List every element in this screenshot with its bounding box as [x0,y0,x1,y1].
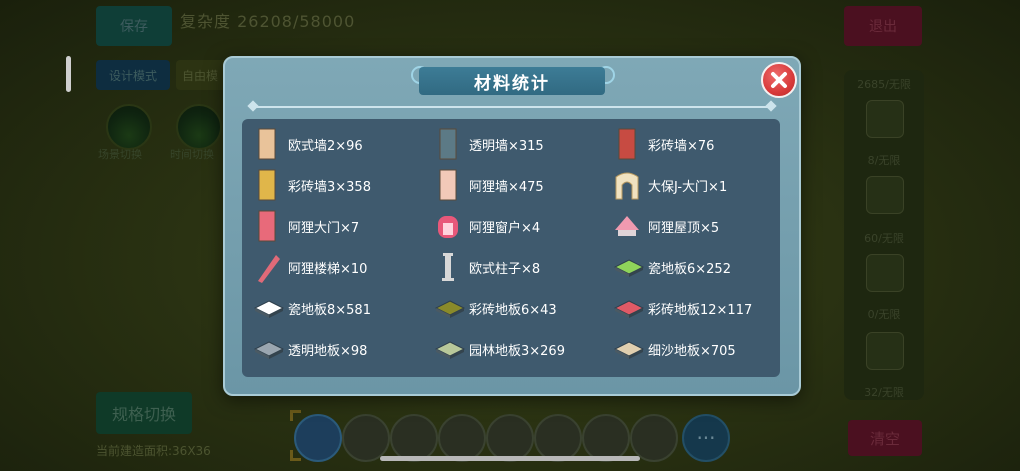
material-label: 透明地板×98 [288,343,368,359]
material-list-item: 瓷地板6×252 [613,249,731,285]
material-label: 阿狸墙×475 [469,179,544,195]
design-mode-button[interactable]: 设计模式 [96,60,170,90]
material-list-item: 阿狸屋顶×5 [614,208,719,244]
scene-switch-button[interactable] [106,104,152,150]
slot-count: 0/无限 [867,308,901,321]
material-list-item: 阿狸楼梯×10 [254,249,367,285]
tool-door-button[interactable] [582,414,630,462]
arch-gate-icon [614,169,640,201]
material-list: 欧式墙2×96 透明墙×315 彩砖墙×76 彩砖墙3×358 阿狸墙×475 大保J-大… [242,119,780,377]
clear-button[interactable]: 清空 [848,420,922,456]
tool-wall-button[interactable] [342,414,390,462]
divider-ornament [765,100,777,112]
slot-count: 32/无限 [864,386,904,399]
slot-icon[interactable] [866,254,904,292]
material-list-item: 欧式墙2×96 [254,126,363,162]
material-list-item: 彩砖墙×76 [614,126,714,162]
material-label: 欧式柱子×8 [469,261,541,277]
glass-wall-icon [435,128,461,160]
tile-red-icon [613,292,645,324]
material-label: 彩砖地板6×43 [469,302,557,318]
tool-panel-button[interactable] [486,414,534,462]
time-switch-label: 时间切换 [170,148,214,161]
slot-icon[interactable] [866,176,904,214]
spec-switch-button[interactable]: 规格切换 [96,392,192,434]
close-icon [771,72,787,88]
material-list-item: 阿狸大门×7 [254,208,359,244]
slot-count: 60/无限 [864,232,904,245]
material-list-item: 欧式柱子×8 [435,249,540,285]
material-list-item: 阿狸墙×475 [435,167,544,203]
material-label: 阿狸大门×7 [288,220,360,236]
material-list-item: 阿狸窗户×4 [435,208,540,244]
material-label: 透明墙×315 [469,138,544,154]
close-button[interactable] [761,62,797,98]
ali-door-icon [254,210,280,242]
tool-window-button[interactable] [438,414,486,462]
slot-count: 8/无限 [867,154,901,167]
material-list-item: 彩砖墙3×358 [254,167,371,203]
material-label: 阿狸屋顶×5 [648,220,720,236]
slot-icon[interactable] [866,332,904,370]
tile-olive-icon [434,292,466,324]
material-label: 瓷地板6×252 [648,261,731,277]
ali-window-icon [435,210,461,242]
divider-ornament [247,100,259,112]
scene-switch-label: 场景切换 [98,148,142,161]
material-slots-panel: 2685/无限 8/无限 60/无限 0/无限 32/无限 [844,70,924,400]
brick-wall-yellow-icon [254,169,280,201]
ali-roof-icon [614,210,640,242]
save-button[interactable]: 保存 [96,6,172,46]
complexity-counter: 复杂度 26208/58000 [180,12,356,31]
dialog-title: 材料统计 [474,73,550,94]
material-list-item: 园林地板3×269 [434,331,565,367]
material-label: 欧式墙2×96 [288,138,363,154]
material-list-item: 瓷地板8×581 [253,290,371,326]
slot-count: 2685/无限 [857,78,911,91]
tool-block-button[interactable] [630,414,678,462]
home-indicator[interactable] [380,456,640,461]
material-label: 阿狸楼梯×10 [288,261,368,277]
material-label: 瓷地板8×581 [288,302,371,318]
tile-white-icon [253,292,285,324]
material-list-item: 透明地板×98 [253,331,368,367]
brick-wall-icon [614,128,640,160]
material-label: 大保J-大门×1 [648,179,728,195]
build-toolbar: ··· [290,410,730,462]
title-divider [253,106,771,108]
ali-wall-icon [435,169,461,201]
slot-icon[interactable] [866,100,904,138]
tile-garden-icon [434,333,466,365]
material-label: 彩砖地板12×117 [648,302,753,318]
exit-button[interactable]: 退出 [844,6,922,46]
tool-column-button[interactable] [534,414,582,462]
build-area-text: 当前建造面积:36X36 [96,444,211,458]
dialog-title-banner: 材料统计 [419,67,605,95]
wall-panel-icon [254,128,280,160]
tool-arch-button[interactable] [390,414,438,462]
material-list-item: 彩砖地板12×117 [613,290,753,326]
column-icon [435,251,461,283]
time-switch-button[interactable] [176,104,222,150]
tile-green-icon [613,251,645,283]
material-list-item: 透明墙×315 [435,126,544,162]
material-label: 彩砖墙3×358 [288,179,371,195]
side-drawer-handle[interactable] [66,56,71,92]
material-label: 细沙地板×705 [648,343,736,359]
material-list-item: 细沙地板×705 [613,331,736,367]
eraser-tool-button[interactable] [294,414,342,462]
material-list-item: 大保J-大门×1 [614,167,727,203]
material-label: 园林地板3×269 [469,343,565,359]
selection-bracket [290,410,301,421]
ali-stairs-icon [254,251,280,283]
tile-glass-icon [253,333,285,365]
material-label: 彩砖墙×76 [648,138,715,154]
material-label: 阿狸窗户×4 [469,220,541,236]
more-tools-button[interactable]: ··· [682,414,730,462]
material-list-item: 彩砖地板6×43 [434,290,557,326]
tile-sand-icon [613,333,645,365]
material-stats-dialog: 材料统计 欧式墙2×96 透明墙×315 彩砖墙×76 彩砖墙3×358 阿狸墙×475… [223,56,801,396]
